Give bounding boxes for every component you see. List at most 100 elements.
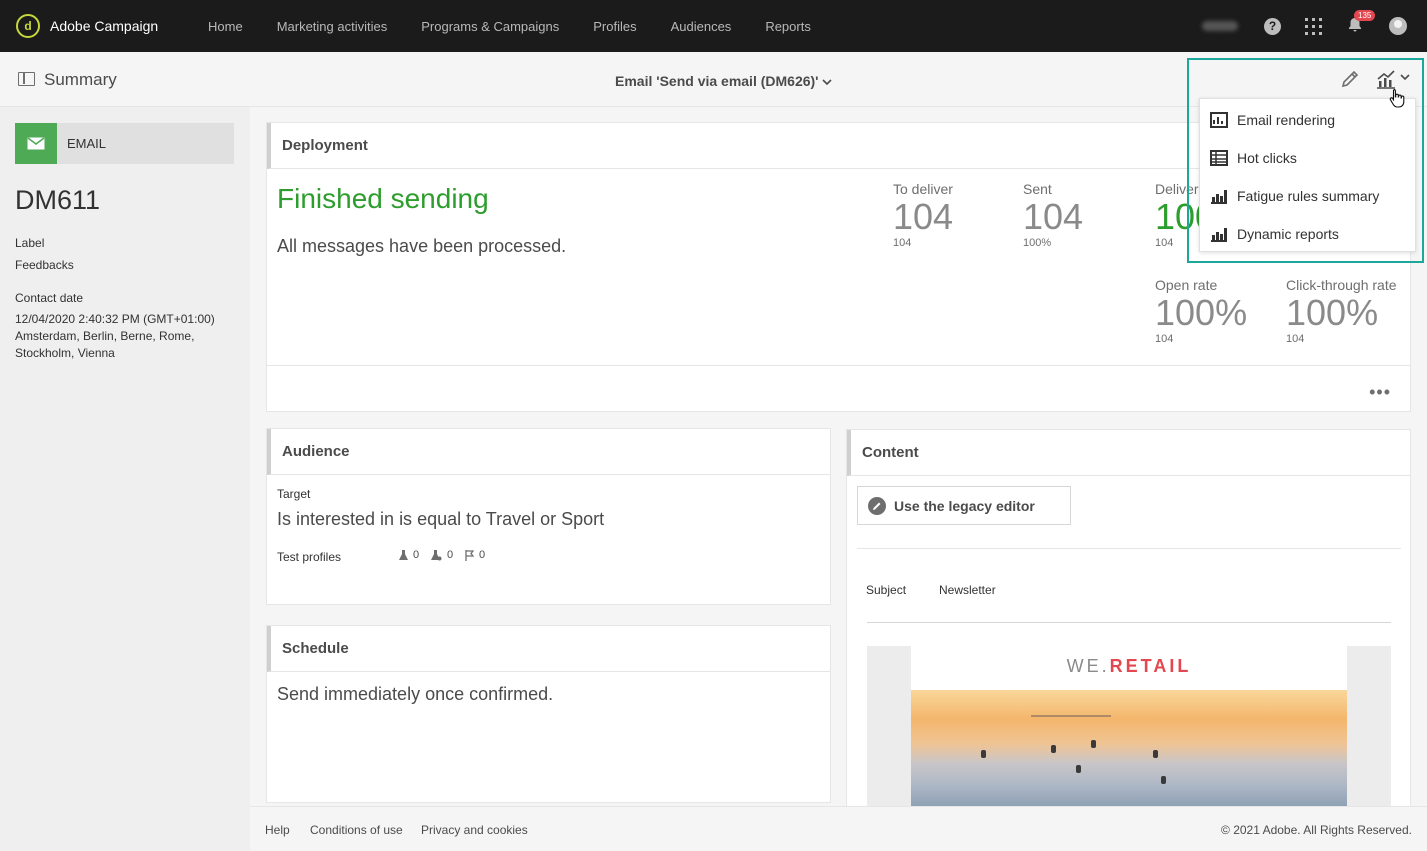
menu-item-email-rendering[interactable]: Email rendering (1200, 101, 1417, 139)
legacy-button-label: Use the legacy editor (894, 497, 1035, 514)
we-retail-logo: WE.RETAIL (911, 656, 1347, 677)
stat-sub: 104 (893, 237, 912, 249)
contact-date-title: Contact date (15, 291, 84, 305)
email-title-text: Email 'Send via email (DM626)' (615, 73, 819, 89)
image-chart-icon (1210, 112, 1228, 128)
surfer-shape (1051, 745, 1056, 753)
email-title-dropdown[interactable]: Email 'Send via email (DM626)' (615, 73, 832, 89)
stat-value: 104 (1023, 196, 1084, 237)
summary-title: Summary (44, 70, 117, 89)
nav-reports[interactable]: Reports (765, 19, 811, 34)
more-options-icon[interactable]: ••• (1369, 382, 1391, 403)
subject-value: Newsletter (939, 583, 996, 597)
brand-prefix: WE. (1066, 656, 1110, 676)
top-right-actions: ? 135 (1202, 0, 1407, 52)
divider (857, 548, 1401, 549)
label-title: Label (15, 236, 45, 250)
nav-home[interactable]: Home (208, 19, 243, 34)
brand-suffix: RETAIL (1109, 656, 1192, 676)
menu-item-dynamic-reports[interactable]: Dynamic reports (1200, 215, 1417, 253)
footer-conditions-link[interactable]: Conditions of use (310, 823, 403, 837)
beach-hero-image (911, 690, 1347, 808)
stat-sent: Sent 104 100% (1023, 181, 1083, 249)
footer-privacy-link[interactable]: Privacy and cookies (421, 823, 528, 837)
test-profiles-label: Test profiles (277, 550, 342, 564)
avatar[interactable] (1389, 17, 1407, 35)
stat-label: To deliver (893, 181, 953, 197)
stat-to-deliver: To deliver 104 104 (893, 181, 953, 249)
footer-help-link[interactable]: Help (265, 823, 290, 837)
menu-item-label: Email rendering (1237, 112, 1336, 128)
reports-dropdown-menu: Email rendering Hot clicks Fatigue rules… (1199, 98, 1416, 252)
main-nav: Home Marketing activities Programs & Cam… (208, 19, 845, 34)
surfer-shape (1161, 776, 1166, 784)
surfer-shape (1091, 740, 1096, 748)
stat-value: 100% (1286, 292, 1379, 333)
stat-label: Click-through rate (1286, 277, 1397, 293)
pier-shape (1031, 715, 1111, 717)
app-name: Adobe Campaign (50, 18, 159, 34)
content-header[interactable]: Content (847, 430, 1410, 476)
summary-panel: EMAIL DM611 Label Feedbacks Contact date… (0, 107, 250, 851)
envelope-icon (15, 123, 57, 164)
stat-sub: 104 (1286, 333, 1305, 345)
nav-audiences[interactable]: Audiences (671, 19, 732, 34)
menu-item-hot-clicks[interactable]: Hot clicks (1200, 139, 1417, 177)
target-label: Target (277, 487, 311, 501)
test-profile-count-1: 0 (399, 549, 419, 561)
menu-item-fatigue-rules-summary[interactable]: Fatigue rules summary (1200, 177, 1417, 215)
use-legacy-editor-button[interactable]: Use the legacy editor (857, 486, 1071, 525)
deployment-message: All messages have been processed. (277, 236, 567, 256)
content-card: Content Use the legacy editor Subject Ne… (846, 429, 1411, 808)
flask-user-icon (431, 549, 442, 560)
edit-circle-icon (868, 496, 886, 515)
channel-label: EMAIL (67, 136, 107, 151)
nav-marketing-activities[interactable]: Marketing activities (277, 19, 388, 34)
audience-header[interactable]: Audience (267, 429, 830, 475)
apps-grid-icon[interactable] (1305, 17, 1322, 35)
label-value: Feedbacks (15, 258, 74, 272)
notification-badge: 135 (1354, 10, 1376, 21)
stat-sub: 100% (1023, 237, 1052, 249)
summary-panel-toggle-icon[interactable] (18, 72, 35, 86)
schedule-text: Send immediately once confirmed. (277, 684, 554, 704)
divider (267, 365, 1411, 366)
flag-icon (465, 549, 474, 561)
top-navigation-bar: d Adobe Campaign Home Marketing activiti… (0, 0, 1427, 52)
footer: Help Conditions of use Privacy and cooki… (250, 806, 1427, 851)
nav-programs-campaigns[interactable]: Programs & Campaigns (421, 19, 559, 34)
copyright: © 2021 Adobe. All Rights Reserved. (1221, 823, 1412, 837)
count-value: 0 (413, 549, 420, 561)
email-preview[interactable]: WE.RETAIL (867, 646, 1391, 808)
stat-click-through-rate: Click-through rate 100% 104 (1286, 277, 1397, 345)
help-icon[interactable]: ? (1264, 17, 1281, 35)
menu-item-label: Hot clicks (1237, 150, 1297, 166)
menu-item-label: Fatigue rules summary (1237, 188, 1380, 204)
chevron-down-icon (822, 79, 832, 86)
channel-chip: EMAIL (15, 123, 234, 164)
stat-value: 100% (1155, 292, 1248, 333)
flask-icon (399, 549, 408, 560)
stat-value: 104 (893, 196, 954, 237)
notifications-button[interactable]: 135 (1347, 10, 1376, 35)
nav-profiles[interactable]: Profiles (593, 19, 636, 34)
email-preview-body: WE.RETAIL (911, 646, 1347, 808)
count-value: 0 (447, 549, 454, 561)
stat-label: Sent (1023, 181, 1052, 197)
count-value: 0 (479, 549, 486, 561)
test-profile-count-3: 0 (465, 549, 485, 561)
surfer-shape (1076, 765, 1081, 773)
stat-label: Open rate (1155, 277, 1218, 293)
schedule-header[interactable]: Schedule (267, 626, 830, 672)
target-value: Is interested in is equal to Travel or S… (277, 509, 605, 529)
adobe-campaign-logo-icon: d (16, 14, 40, 38)
delivery-id: DM611 (15, 185, 101, 215)
stat-sub: 104 (1155, 333, 1174, 345)
hand-cursor-icon (1389, 88, 1405, 108)
audience-card: Audience Target Is interested in is equa… (266, 428, 831, 605)
surfer-shape (981, 750, 986, 758)
bar-chart-icon (1211, 228, 1227, 242)
contact-date-value: 12/04/2020 2:40:32 PM (GMT+01:00) Amster… (15, 312, 215, 360)
brand[interactable]: d Adobe Campaign (16, 14, 208, 38)
user-name-blurred[interactable] (1202, 21, 1238, 31)
